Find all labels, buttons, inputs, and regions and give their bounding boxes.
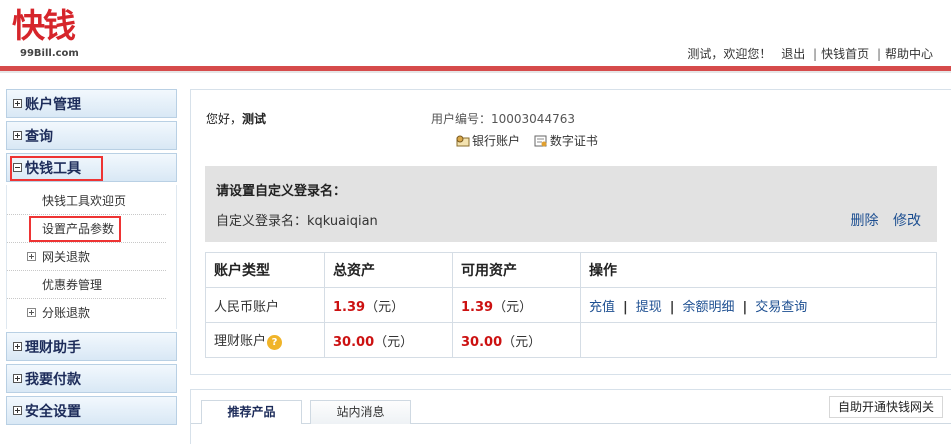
expand-icon	[13, 131, 22, 140]
column-header: 总资产	[324, 252, 453, 288]
separator: |	[623, 299, 628, 315]
submenu-label: 优惠券管理	[42, 278, 103, 292]
menu-kuaiqian-tools[interactable]: 快钱工具	[6, 153, 177, 182]
account-type-label: 理财账户	[214, 334, 267, 349]
menu-finance-assistant[interactable]: 理财助手	[6, 332, 177, 361]
expand-icon	[13, 406, 22, 415]
products-panel: 推荐产品 站内消息 自助开通快钱网关	[190, 389, 951, 444]
submenu-coupon-management[interactable]: 优惠券管理	[7, 271, 166, 299]
delete-link[interactable]: 删除	[851, 213, 879, 229]
menu-label: 安全设置	[25, 403, 81, 420]
digital-cert-link[interactable]: 数字证书	[534, 134, 598, 148]
total-assets-cell: 30.00（元）	[324, 322, 453, 358]
submenu-label: 快钱工具欢迎页	[42, 194, 127, 208]
table-row: 理财账户? 30.00（元） 30.00（元）	[205, 322, 937, 358]
help-icon[interactable]: ?	[267, 335, 283, 350]
login-name-actions: 删除 修改	[841, 210, 921, 230]
total-value: 1.39	[333, 299, 366, 315]
total-assets-cell: 1.39（元）	[324, 287, 453, 323]
custom-login-name-box: 请设置自定义登录名： 自定义登录名：kqkuaiqian 删除 修改	[205, 166, 937, 242]
table-row: 人民币账户 1.39（元） 1.39（元） 充值 | 提现 | 余额明细 | 交易查询	[205, 287, 937, 323]
withdraw-link[interactable]: 提现	[636, 300, 662, 315]
transaction-query-link[interactable]: 交易查询	[755, 300, 807, 315]
available-assets-cell: 1.39（元）	[452, 287, 581, 323]
operations-cell: 充值 | 提现 | 余额明细 | 交易查询	[580, 287, 937, 323]
modify-link[interactable]: 修改	[893, 213, 921, 229]
recharge-link[interactable]: 充值	[589, 300, 615, 315]
menu-label: 理财助手	[25, 339, 81, 356]
logo-subtitle: 99Bill.com	[20, 48, 79, 59]
menu-label: 查询	[25, 128, 53, 145]
account-number: 用户编号：10003044763	[431, 112, 575, 126]
menu-account-management[interactable]: 账户管理	[6, 89, 177, 118]
separator: |	[813, 47, 818, 61]
available-assets-cell: 30.00（元）	[452, 322, 581, 358]
separator: |	[876, 47, 881, 61]
total-value: 30.00	[333, 334, 375, 350]
unit: （元）	[502, 334, 542, 350]
column-header: 可用资产	[452, 252, 581, 288]
logout-link[interactable]: 退出	[781, 45, 805, 62]
menu-make-payment[interactable]: 我要付款	[6, 364, 177, 393]
tab-recommended-products[interactable]: 推荐产品	[201, 400, 302, 424]
digital-cert-label: 数字证书	[549, 134, 598, 148]
expand-icon	[13, 342, 22, 351]
menu-label: 我要付款	[25, 371, 81, 388]
highlight-box	[10, 156, 103, 181]
login-name-value: 自定义登录名：kqkuaiqian	[216, 214, 378, 229]
separator: |	[669, 299, 675, 315]
submenu-tools-welcome[interactable]: 快钱工具欢迎页	[7, 187, 166, 215]
expand-icon	[13, 374, 22, 383]
submenu-set-product-params[interactable]: 设置产品参数	[7, 215, 166, 243]
help-link[interactable]: 帮助中心	[885, 45, 933, 62]
bank-account-icon	[456, 135, 470, 147]
column-header: 账户类型	[205, 252, 325, 288]
menu-label: 账户管理	[25, 96, 81, 113]
welcome-text: 测试，欢迎您！	[687, 47, 772, 61]
submenu-gateway-refund[interactable]: 网关退款	[7, 243, 166, 271]
account-overview-panel: 您好，测试 用户编号：10003044763 银行账户 数字证书 请设置自定义登…	[190, 89, 951, 375]
expand-icon	[27, 308, 36, 317]
account-type-cell: 理财账户?	[205, 322, 325, 358]
top-links: 测试，欢迎您！ 退出 | 快钱首页 | 帮助中心	[687, 45, 933, 62]
hello-line: 您好，测试	[206, 110, 266, 127]
tools-submenu: 快钱工具欢迎页 设置产品参数 网关退款 优惠券管理 分账退款	[6, 185, 177, 329]
header: 快钱 99Bill.com 测试，欢迎您！ 退出 | 快钱首页 | 帮助中心	[0, 0, 951, 66]
tab-divider	[191, 423, 951, 424]
logo-mark: 快钱	[12, 6, 76, 45]
menu-query[interactable]: 查询	[6, 121, 177, 150]
balance-detail-link[interactable]: 余额明细	[683, 300, 735, 315]
unit: （元）	[493, 299, 533, 315]
table-header-row: 账户类型 总资产 可用资产 操作	[205, 252, 937, 288]
bank-account-link[interactable]: 银行账户	[456, 134, 524, 148]
account-tools: 银行账户 数字证书	[456, 132, 608, 149]
expand-icon	[13, 99, 22, 108]
sidebar: 账户管理 查询 快钱工具 快钱工具欢迎页 设置产品参数 网关退款 优惠券管理 分…	[6, 89, 177, 428]
home-link[interactable]: 快钱首页	[821, 45, 869, 62]
unit: （元）	[374, 334, 414, 350]
operations-cell	[580, 322, 937, 358]
menu-security-settings[interactable]: 安全设置	[6, 396, 177, 425]
open-gateway-link[interactable]: 自助开通快钱网关	[828, 396, 943, 418]
available-value: 1.39	[461, 299, 494, 315]
header-grey-bar	[0, 71, 951, 73]
separator: |	[742, 299, 748, 315]
submenu-split-refund[interactable]: 分账退款	[7, 299, 166, 327]
available-value: 30.00	[461, 334, 503, 350]
column-header: 操作	[580, 252, 937, 288]
unit: （元）	[365, 299, 405, 315]
expand-icon	[27, 252, 36, 261]
tab-site-messages[interactable]: 站内消息	[310, 400, 411, 424]
submenu-label: 分账退款	[42, 306, 91, 320]
user-name: 测试	[242, 112, 267, 126]
hello-prefix: 您好，	[206, 112, 243, 126]
highlight-box	[29, 216, 121, 242]
account-table: 账户类型 总资产 可用资产 操作 人民币账户 1.39（元） 1.39（元） 充…	[205, 252, 937, 358]
login-name-title: 请设置自定义登录名：	[216, 184, 347, 199]
account-type-cell: 人民币账户	[205, 287, 325, 323]
bank-account-label: 银行账户	[472, 134, 521, 148]
submenu-label: 网关退款	[42, 250, 91, 264]
certificate-icon	[534, 135, 547, 147]
kuaiqian-logo[interactable]: 快钱 99Bill.com	[12, 6, 112, 60]
